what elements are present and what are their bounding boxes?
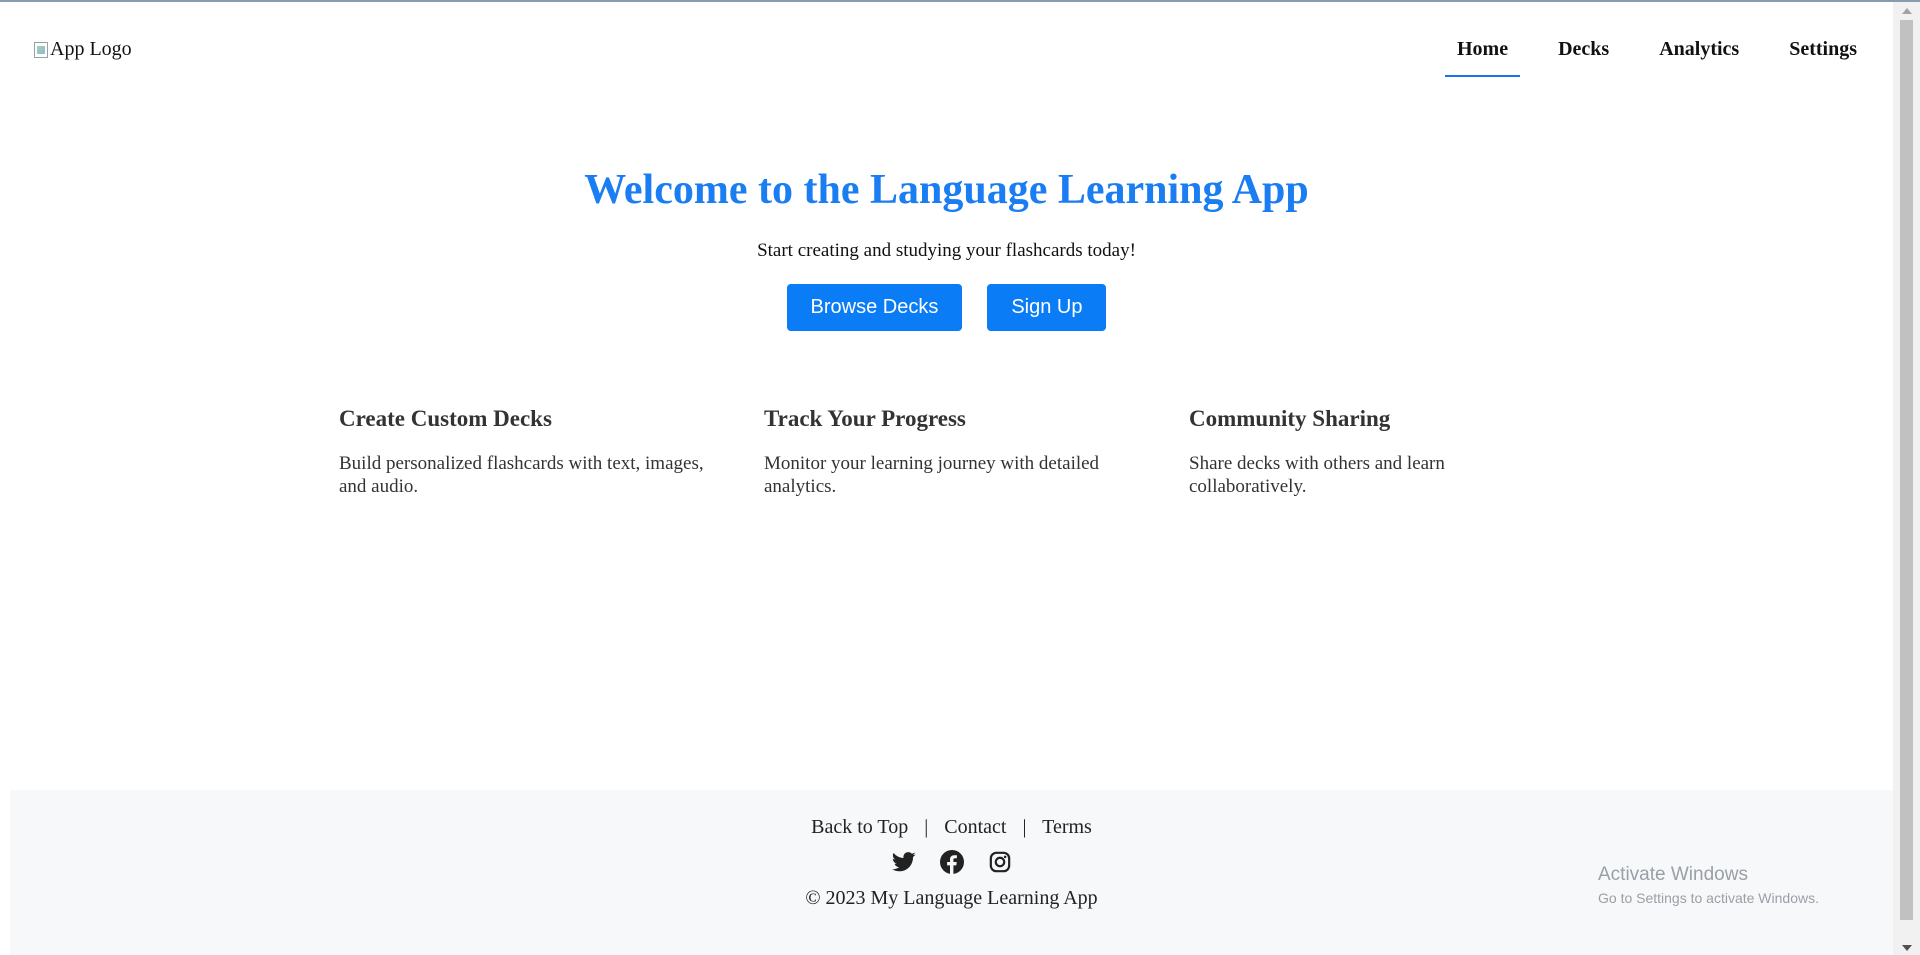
- header: App Logo Home Decks Analytics Settings: [0, 2, 1893, 94]
- feature-text: Monitor your learning journey with detai…: [764, 453, 1100, 497]
- nav-analytics[interactable]: Analytics: [1641, 24, 1757, 77]
- scroll-down-arrow-icon[interactable]: [1902, 945, 1912, 951]
- watermark-title: Activate Windows: [1598, 864, 1748, 885]
- app-logo[interactable]: App Logo: [34, 38, 132, 61]
- main-nav: Home Decks Analytics Settings: [1425, 24, 1875, 77]
- sign-up-button[interactable]: Sign Up: [987, 284, 1107, 331]
- feature-community-sharing: Community Sharing Share decks with other…: [1189, 406, 1614, 498]
- broken-image-icon: [34, 41, 48, 58]
- hero-buttons: Browse Decks Sign Up: [0, 284, 1893, 331]
- terms-link[interactable]: Terms: [1042, 816, 1092, 838]
- footer-separator: |: [924, 816, 929, 838]
- hero-section: Welcome to the Language Learning App Sta…: [0, 162, 1893, 331]
- feature-title: Track Your Progress: [764, 406, 966, 431]
- instagram-icon[interactable]: [987, 849, 1013, 875]
- feature-title: Create Custom Decks: [339, 406, 552, 431]
- scrollbar-thumb[interactable]: [1900, 20, 1913, 920]
- hero-subtitle: Start creating and studying your flashca…: [757, 240, 1136, 261]
- vertical-scrollbar[interactable]: [1893, 2, 1920, 955]
- feature-title: Community Sharing: [1189, 406, 1391, 431]
- hero-title: Welcome to the Language Learning App: [584, 167, 1309, 213]
- nav-decks[interactable]: Decks: [1540, 24, 1627, 77]
- facebook-icon[interactable]: [939, 849, 965, 875]
- footer-separator: |: [1022, 816, 1027, 838]
- watermark-subtitle: Go to Settings to activate Windows.: [1598, 890, 1819, 906]
- twitter-icon[interactable]: [891, 849, 917, 875]
- browse-decks-button[interactable]: Browse Decks: [786, 284, 963, 331]
- nav-settings[interactable]: Settings: [1771, 24, 1875, 77]
- activate-windows-watermark: Activate Windows Go to Settings to activ…: [1598, 864, 1819, 906]
- feature-track-progress: Track Your Progress Monitor your learnin…: [764, 406, 1189, 498]
- feature-custom-decks: Create Custom Decks Build personalized f…: [339, 406, 764, 498]
- contact-link[interactable]: Contact: [944, 816, 1006, 838]
- back-to-top-link[interactable]: Back to Top: [811, 816, 908, 838]
- footer-links: Back to Top | Contact | Terms: [10, 816, 1893, 839]
- nav-home[interactable]: Home: [1439, 24, 1526, 77]
- page: App Logo Home Decks Analytics Settings W…: [0, 0, 1920, 955]
- feature-text: Build personalized flashcards with text,…: [339, 453, 704, 497]
- features-section: Create Custom Decks Build personalized f…: [339, 406, 1614, 498]
- feature-text: Share decks with others and learn collab…: [1189, 453, 1445, 497]
- scroll-up-arrow-icon[interactable]: [1902, 8, 1912, 14]
- logo-alt-text: App Logo: [50, 38, 132, 60]
